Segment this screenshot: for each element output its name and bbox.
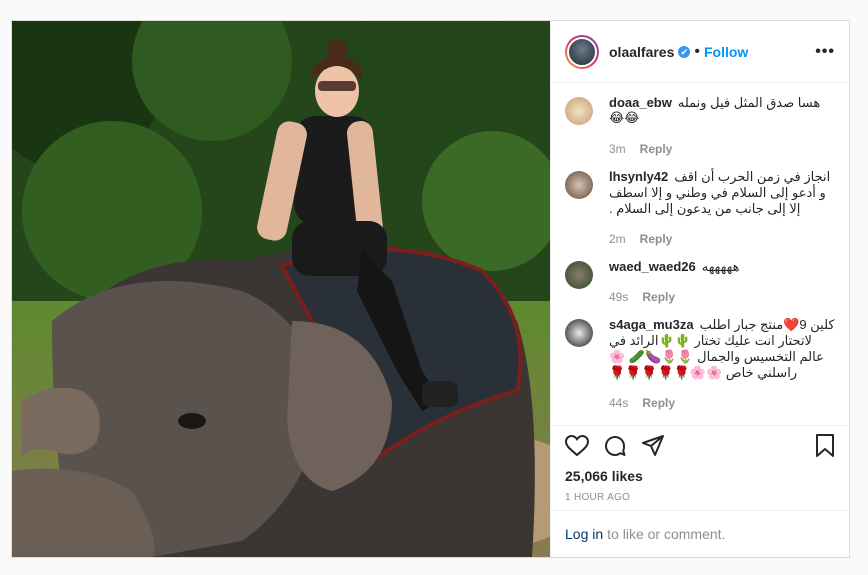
reply-button[interactable]: Reply: [640, 142, 673, 156]
login-prompt-text: to like or comment.: [607, 526, 726, 542]
comment-age: 49s: [609, 290, 629, 304]
comment-age: 3m: [609, 142, 626, 156]
post-timestamp[interactable]: 1 HOUR AGO: [565, 492, 835, 503]
comment-item: s4aga_mu3za كلين 9❤️منتج جبار اطلب لاتحتا…: [565, 317, 835, 411]
elephant-photo: [12, 21, 550, 557]
comment-emoji: 😂😂: [609, 111, 640, 126]
comments-list[interactable]: doaa_ebw هسا صدق المثل فيل ونمله 😂😂 3m Rep…: [551, 83, 849, 425]
post-image[interactable]: [12, 21, 550, 557]
comment-icon[interactable]: [603, 434, 627, 463]
reply-button[interactable]: Reply: [642, 396, 675, 410]
comment-username[interactable]: lhsynly42: [609, 169, 668, 184]
comment-item: waed_waed26 هههههه 49s Reply: [565, 259, 835, 305]
commenter-avatar[interactable]: [565, 171, 593, 199]
comment-username[interactable]: waed_waed26: [609, 259, 696, 274]
author-username[interactable]: olaalfares: [609, 44, 674, 60]
action-bar: 25,066 likes 1 HOUR AGO: [551, 425, 849, 503]
login-link[interactable]: Log in: [565, 526, 603, 542]
more-options-icon[interactable]: •••: [815, 43, 835, 61]
heart-icon[interactable]: [564, 434, 590, 462]
reply-button[interactable]: Reply: [640, 232, 673, 246]
follow-button[interactable]: Follow: [704, 44, 748, 60]
commenter-avatar[interactable]: [565, 319, 593, 347]
comment-username[interactable]: doaa_ebw: [609, 95, 672, 110]
comment-item: lhsynly42 انجاز في زمن الحرب أن اقف و أدع…: [565, 169, 835, 247]
reply-button[interactable]: Reply: [642, 290, 675, 304]
comment-age: 44s: [609, 396, 629, 410]
like-count[interactable]: 25,066 likes: [565, 468, 835, 484]
post-header: olaalfares ✔ • Follow •••: [551, 21, 849, 83]
commenter-avatar[interactable]: [565, 97, 593, 125]
comment-item: doaa_ebw هسا صدق المثل فيل ونمله 😂😂 3m Rep…: [565, 95, 835, 157]
author-avatar[interactable]: [565, 34, 599, 69]
comment-text: هسا صدق المثل فيل ونمله: [677, 95, 821, 110]
verified-badge-icon: ✔: [678, 45, 691, 58]
comment-username[interactable]: s4aga_mu3za: [609, 317, 694, 332]
comment-age: 2m: [609, 232, 626, 246]
bookmark-icon[interactable]: [815, 433, 835, 463]
login-prompt: Log in to like or comment.: [551, 510, 849, 557]
post-card: olaalfares ✔ • Follow ••• doaa_ebw هسا صد…: [11, 20, 850, 558]
commenter-avatar[interactable]: [565, 261, 593, 289]
comment-text: هههههه: [701, 259, 740, 274]
separator-dot: •: [694, 42, 700, 60]
share-icon[interactable]: [641, 434, 665, 462]
post-sidebar: olaalfares ✔ • Follow ••• doaa_ebw هسا صد…: [550, 21, 849, 557]
